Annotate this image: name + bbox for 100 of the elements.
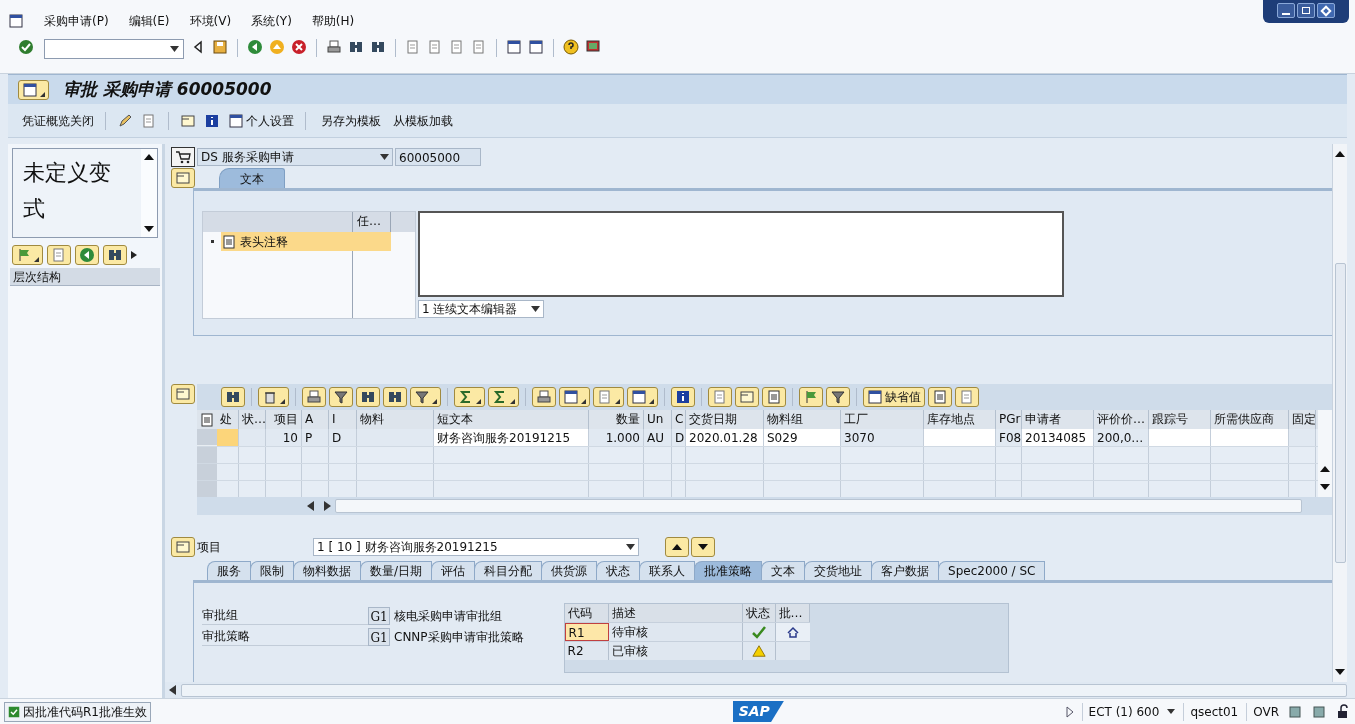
document-type-select[interactable]: DS 服务采购申请 bbox=[197, 148, 393, 166]
vertical-scrollbar[interactable] bbox=[1332, 144, 1347, 682]
copy-button[interactable] bbox=[708, 387, 732, 407]
tab[interactable]: 服务 bbox=[207, 561, 251, 580]
print-icon[interactable] bbox=[326, 39, 342, 55]
collapse-items-icon bbox=[175, 386, 191, 402]
edit-icon[interactable] bbox=[117, 112, 133, 129]
collapse-items-button[interactable] bbox=[171, 384, 195, 404]
editor-mode-select[interactable]: 1 连续文本编辑器 bbox=[418, 300, 544, 318]
tab[interactable]: 评估 bbox=[431, 561, 476, 580]
delete-button[interactable] bbox=[258, 387, 289, 407]
print-icon bbox=[536, 389, 552, 405]
horizontal-scrollbar[interactable] bbox=[181, 683, 1347, 697]
tab[interactable]: 状态 bbox=[596, 561, 641, 580]
print-button[interactable] bbox=[532, 387, 556, 407]
lock-icon[interactable] bbox=[1335, 703, 1351, 720]
previous-item-button[interactable] bbox=[665, 537, 689, 557]
subtotal-button[interactable] bbox=[488, 387, 519, 407]
column-header[interactable]: 状态 bbox=[742, 604, 776, 622]
dropdown-icon bbox=[626, 544, 635, 550]
menu-item[interactable]: 采购申请(P) bbox=[44, 12, 109, 30]
find-button[interactable] bbox=[103, 245, 127, 265]
minimize-icon[interactable] bbox=[1277, 3, 1295, 18]
tab[interactable]: 客户数据 bbox=[871, 561, 940, 580]
input-mode[interactable]: OVR bbox=[1246, 702, 1279, 721]
find-icon[interactable] bbox=[348, 39, 364, 55]
find-button[interactable] bbox=[356, 387, 380, 407]
tab[interactable]: Spec2000 / SC bbox=[938, 561, 1046, 580]
table-cell[interactable] bbox=[775, 642, 810, 660]
menu-item[interactable]: 系统(Y) bbox=[251, 12, 292, 30]
tree-item[interactable]: 表头注释 bbox=[221, 232, 391, 251]
copy-button[interactable] bbox=[47, 245, 71, 265]
scroll-left-icon[interactable] bbox=[307, 501, 315, 511]
column-header[interactable]: 描述 bbox=[608, 604, 743, 622]
defaults-button[interactable]: 缺省值 bbox=[863, 387, 925, 407]
item-label: 项目 bbox=[197, 539, 222, 556]
enter-icon[interactable] bbox=[18, 39, 34, 55]
horizontal-scrollbar[interactable] bbox=[335, 499, 1302, 513]
menu-icon bbox=[22, 81, 38, 98]
tab[interactable]: 数量/日期 bbox=[360, 561, 433, 580]
table-cell: 200,0… bbox=[1094, 429, 1149, 446]
cart-icon bbox=[175, 149, 191, 165]
toolbar-button[interactable]: 从模板加载 bbox=[393, 111, 453, 130]
scroll-right-icon[interactable] bbox=[323, 501, 331, 511]
tab[interactable]: 供货源 bbox=[541, 561, 598, 580]
info-button[interactable] bbox=[671, 387, 695, 407]
expand-status-icon[interactable] bbox=[1065, 705, 1074, 718]
flag-button[interactable] bbox=[799, 387, 823, 407]
menu-item[interactable]: 帮助(H) bbox=[311, 12, 355, 30]
find-next-icon[interactable] bbox=[370, 39, 386, 55]
cancel-icon[interactable] bbox=[291, 39, 307, 55]
close-icon[interactable] bbox=[1317, 3, 1335, 18]
find-next-icon bbox=[387, 389, 403, 405]
dropdown-icon[interactable] bbox=[1167, 709, 1176, 714]
command-field[interactable] bbox=[44, 39, 184, 59]
table-cell[interactable]: R1 bbox=[564, 623, 609, 641]
select-all-icon[interactable] bbox=[199, 411, 215, 428]
tab[interactable]: 文本 bbox=[219, 168, 285, 188]
success-icon bbox=[8, 705, 20, 718]
tab[interactable]: 交货地址 bbox=[804, 561, 873, 580]
new-session-icon[interactable] bbox=[506, 39, 522, 55]
info-icon[interactable] bbox=[204, 112, 220, 129]
text-editor[interactable] bbox=[418, 211, 1064, 297]
sum-button[interactable] bbox=[454, 387, 485, 407]
tab[interactable]: 物料数据 bbox=[293, 561, 361, 580]
menu-item[interactable]: 环境(V) bbox=[189, 12, 232, 30]
item-select[interactable]: 1 [ 10 ] 财务咨询服务20191215 bbox=[313, 538, 639, 556]
tab[interactable]: 科目分配 bbox=[474, 561, 543, 580]
help-icon[interactable] bbox=[563, 39, 579, 55]
tab[interactable]: 联系人 bbox=[639, 561, 696, 580]
tab[interactable]: 文本 bbox=[761, 561, 806, 580]
filter-button[interactable] bbox=[410, 387, 441, 407]
toolbar-button[interactable]: 另存为模板 bbox=[321, 111, 381, 130]
table-cell[interactable] bbox=[775, 623, 810, 641]
column-header[interactable]: 代码 bbox=[564, 604, 609, 622]
find-next-button[interactable] bbox=[383, 387, 407, 407]
document-number-field[interactable]: 60005000 bbox=[395, 148, 481, 166]
shortcut-icon[interactable] bbox=[528, 39, 544, 55]
collapse-item-button[interactable] bbox=[171, 537, 195, 557]
caret-icon bbox=[581, 399, 586, 404]
back-icon[interactable] bbox=[247, 39, 263, 55]
table-cell: 1.000 bbox=[589, 429, 644, 446]
toolbar-button[interactable]: 个人设置 bbox=[228, 111, 294, 130]
save-icon[interactable] bbox=[212, 39, 228, 55]
more-icon[interactable] bbox=[131, 251, 137, 259]
scroll-left-icon[interactable] bbox=[169, 685, 177, 695]
menu-button[interactable] bbox=[18, 79, 49, 100]
toolbar-button[interactable]: 凭证概览关闭 bbox=[22, 111, 94, 130]
maximize-icon[interactable] bbox=[1297, 3, 1315, 18]
table-cell[interactable]: R2 bbox=[564, 642, 609, 660]
collapse-item-icon bbox=[175, 539, 191, 555]
system-info[interactable]: ECT (1) 600 bbox=[1081, 702, 1160, 721]
column-header[interactable]: 批… bbox=[775, 604, 810, 622]
document-type-icon[interactable] bbox=[171, 147, 195, 167]
next-item-button[interactable] bbox=[691, 537, 715, 557]
document-icon bbox=[221, 233, 237, 250]
menu-item[interactable]: 编辑(E) bbox=[128, 12, 170, 30]
system-menu-icon[interactable] bbox=[8, 13, 24, 29]
tab[interactable]: 批准策略 bbox=[694, 561, 763, 580]
tab[interactable]: 限制 bbox=[250, 561, 294, 580]
